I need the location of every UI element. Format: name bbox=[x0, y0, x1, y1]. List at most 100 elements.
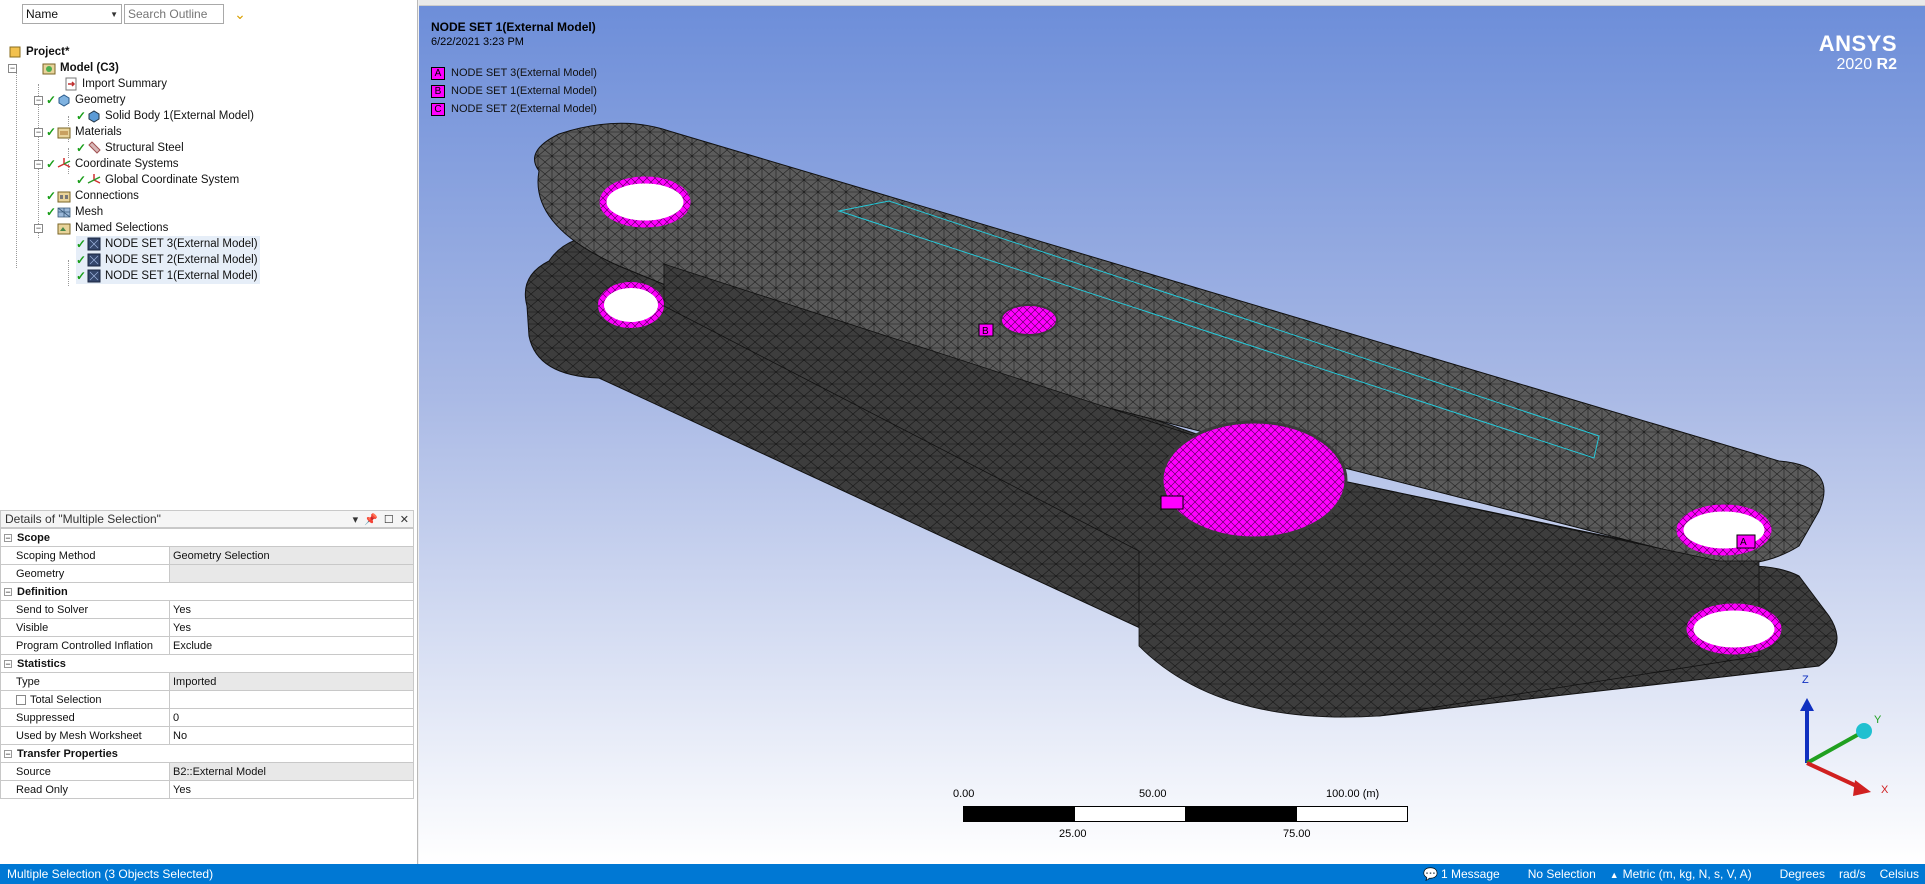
property-name: Send to Solver bbox=[0, 600, 170, 619]
named-selections-icon bbox=[57, 221, 71, 235]
details-row[interactable]: Program Controlled Inflation Exclude bbox=[0, 636, 414, 655]
property-value[interactable]: Yes bbox=[169, 600, 414, 619]
tree-node-solid-body[interactable]: ✓ Solid Body 1(External Model) bbox=[76, 108, 254, 124]
property-name: Read Only bbox=[0, 780, 170, 799]
property-value[interactable] bbox=[169, 690, 414, 709]
scale-bar: 0.00 50.00 100.00 (m) 25.00 75.00 bbox=[943, 788, 1408, 848]
category-label: Statistics bbox=[17, 657, 66, 670]
details-category[interactable]: − Scope bbox=[0, 528, 414, 547]
tree-node-node-set-3[interactable]: ✓ NODE SET 3(External Model) bbox=[76, 236, 260, 252]
outline-search-input[interactable] bbox=[124, 4, 224, 24]
outline-filter-combo[interactable]: Name ▼ bbox=[22, 4, 122, 24]
total-selection-checkbox[interactable] bbox=[16, 694, 26, 705]
logo-brand: ANSYS bbox=[1818, 31, 1897, 56]
logo-release: R2 bbox=[1876, 56, 1897, 73]
tree-node-structural-steel[interactable]: ✓ Structural Steel bbox=[76, 140, 184, 156]
collapse-icon[interactable]: − bbox=[4, 533, 12, 542]
collapse-icon[interactable]: − bbox=[34, 127, 43, 137]
check-icon: ✓ bbox=[46, 189, 57, 203]
status-selection-summary: Multiple Selection (3 Objects Selected) bbox=[7, 867, 214, 881]
tree-node-node-set-1[interactable]: ✓ NODE SET 1(External Model) bbox=[76, 268, 260, 284]
details-row[interactable]: Read Only Yes bbox=[0, 780, 414, 799]
scale-label: 25.00 bbox=[1059, 828, 1087, 840]
collapse-icon[interactable]: − bbox=[4, 659, 12, 668]
property-name: Visible bbox=[0, 618, 170, 637]
status-temperature-unit[interactable]: Celsius bbox=[1880, 867, 1919, 881]
status-units[interactable]: ▲ Metric (m, kg, N, s, V, A) bbox=[1610, 867, 1766, 881]
tree-node-label: Connections bbox=[75, 190, 139, 202]
tree-node-project[interactable]: Project* bbox=[8, 44, 69, 60]
close-icon[interactable]: ✕ bbox=[400, 513, 409, 526]
legend-tag: C bbox=[431, 102, 445, 116]
property-name: Suppressed bbox=[0, 708, 170, 727]
tree-node-model[interactable]: − Model (C3) bbox=[8, 60, 119, 76]
annotation-tag-c bbox=[1160, 495, 1184, 510]
property-value[interactable]: B2::External Model bbox=[169, 762, 414, 781]
tree-node-global-coordinate-system[interactable]: ✓ Global Coordinate System bbox=[76, 172, 239, 188]
collapse-icon[interactable]: − bbox=[4, 749, 12, 758]
tree-node-label: NODE SET 1(External Model) bbox=[105, 270, 258, 282]
details-row[interactable]: Total Selection bbox=[0, 690, 414, 709]
check-icon: ✓ bbox=[46, 125, 57, 139]
property-value[interactable]: Geometry Selection bbox=[169, 546, 414, 565]
details-row[interactable]: Used by Mesh Worksheet No bbox=[0, 726, 414, 745]
property-value[interactable]: Yes bbox=[169, 780, 414, 799]
tree-node-label: Global Coordinate System bbox=[105, 174, 240, 186]
collapse-icon[interactable]: − bbox=[34, 159, 43, 169]
expand-collapse-icon[interactable]: ⌄ bbox=[226, 4, 254, 24]
status-angle-unit[interactable]: Degrees bbox=[1780, 867, 1825, 881]
collapse-icon[interactable]: − bbox=[4, 587, 12, 596]
property-value[interactable]: Exclude bbox=[169, 636, 414, 655]
tree-node-label: Import Summary bbox=[82, 78, 167, 90]
category-label: Transfer Properties bbox=[17, 747, 118, 760]
tree-node-connections[interactable]: ✓ Connections bbox=[46, 188, 139, 204]
collapse-icon[interactable]: − bbox=[34, 223, 43, 233]
property-value[interactable]: 0 bbox=[169, 708, 414, 727]
tree-node-coordinate-systems[interactable]: − ✓ Coordinate Systems bbox=[34, 156, 179, 172]
property-value[interactable]: Yes bbox=[169, 618, 414, 637]
coordinate-triad[interactable] bbox=[1800, 698, 1872, 796]
property-value[interactable] bbox=[169, 564, 414, 583]
tree-node-import-summary[interactable]: Import Summary bbox=[64, 76, 167, 92]
tree-node-label: Coordinate Systems bbox=[75, 158, 179, 170]
status-rotation-unit[interactable]: rad/s bbox=[1839, 867, 1866, 881]
tree-node-materials[interactable]: − ✓ Materials bbox=[34, 124, 122, 140]
details-row[interactable]: Source B2::External Model bbox=[0, 762, 414, 781]
maximize-icon[interactable]: ☐ bbox=[384, 513, 394, 526]
property-value[interactable]: No bbox=[169, 726, 414, 745]
outline-toolbar: Name ▼ ⌄ bbox=[0, 0, 417, 26]
collapse-icon[interactable]: − bbox=[34, 95, 43, 105]
details-row[interactable]: Send to Solver Yes bbox=[0, 600, 414, 619]
details-row[interactable]: Geometry bbox=[0, 564, 414, 583]
details-row[interactable]: Visible Yes bbox=[0, 618, 414, 637]
details-category[interactable]: − Statistics bbox=[0, 654, 414, 673]
tree-node-node-set-2[interactable]: ✓ NODE SET 2(External Model) bbox=[76, 252, 260, 268]
scale-label: 0.00 bbox=[953, 788, 975, 800]
property-value[interactable]: Imported bbox=[169, 672, 414, 691]
scale-segment bbox=[1074, 806, 1186, 822]
annotation-tag-b: B bbox=[978, 323, 994, 337]
status-messages[interactable]: 💬 1 Message bbox=[1423, 867, 1514, 881]
tree-node-label: NODE SET 2(External Model) bbox=[105, 254, 258, 266]
ansys-logo: ANSYS 2020 R2 bbox=[1819, 32, 1897, 74]
details-grid: − Scope Scoping Method Geometry Selection … bbox=[0, 528, 414, 799]
mesh-model[interactable]: B A bbox=[419, 6, 1925, 864]
geometry-icon bbox=[57, 93, 71, 107]
node-set-icon bbox=[87, 237, 101, 251]
tree-node-mesh[interactable]: ✓ Mesh bbox=[46, 204, 103, 220]
pin-icon[interactable]: 📌 bbox=[364, 513, 378, 526]
details-row[interactable]: Scoping Method Geometry Selection bbox=[0, 546, 414, 565]
property-name: Scoping Method bbox=[0, 546, 170, 565]
details-row[interactable]: Suppressed 0 bbox=[0, 708, 414, 727]
collapse-icon[interactable]: − bbox=[8, 63, 17, 73]
scale-segment bbox=[963, 806, 1075, 822]
details-category[interactable]: − Definition bbox=[0, 582, 414, 601]
graphics-viewport[interactable]: B A NODE SET 1(External Model) 6/22/2021… bbox=[419, 6, 1925, 864]
tree-node-label: Solid Body 1(External Model) bbox=[105, 110, 254, 122]
dropdown-icon[interactable]: ▾ bbox=[353, 513, 359, 526]
details-row[interactable]: Type Imported bbox=[0, 672, 414, 691]
tree-node-geometry[interactable]: − ✓ Geometry bbox=[34, 92, 126, 108]
details-category[interactable]: − Transfer Properties bbox=[0, 744, 414, 763]
named-selection-legend: A NODE SET 3(External Model) B NODE SET 1(… bbox=[431, 64, 597, 118]
tree-node-named-selections[interactable]: − Named Selections bbox=[34, 220, 168, 236]
